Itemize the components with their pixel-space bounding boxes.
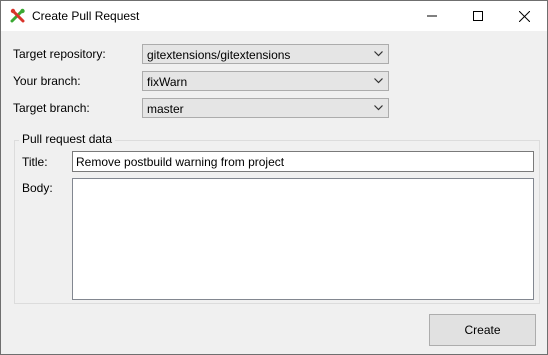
create-button[interactable]: Create [429, 314, 536, 346]
title-bar[interactable]: Create Pull Request [1, 1, 547, 31]
window-title: Create Pull Request [32, 9, 140, 23]
gitextensions-icon [10, 8, 26, 24]
chevron-down-icon [374, 105, 383, 111]
target-branch-dropdown[interactable]: master [142, 98, 389, 118]
maximize-button[interactable] [455, 1, 501, 31]
pull-request-data-title: Pull request data [19, 132, 116, 146]
title-input-value: Remove postbuild warning from project [76, 155, 285, 169]
close-icon [518, 10, 530, 22]
chevron-down-icon [374, 78, 383, 84]
body-label: Body: [22, 181, 53, 195]
target-repository-dropdown[interactable]: gitextensions/gitextensions [142, 44, 389, 64]
title-label: Title: [22, 155, 48, 169]
create-button-label: Create [464, 323, 501, 337]
minimize-icon [427, 15, 437, 17]
your-branch-dropdown[interactable]: fixWarn [142, 71, 389, 91]
maximize-icon [473, 11, 483, 21]
target-repository-label: Target repository: [13, 47, 106, 61]
your-branch-value: fixWarn [147, 75, 188, 89]
target-branch-label: Target branch: [13, 101, 90, 115]
minimize-button[interactable] [409, 1, 455, 31]
close-button[interactable] [501, 1, 547, 31]
chevron-down-icon [374, 51, 383, 57]
target-repository-value: gitextensions/gitextensions [147, 48, 291, 62]
title-input[interactable]: Remove postbuild warning from project [72, 151, 534, 172]
target-branch-value: master [147, 102, 184, 116]
your-branch-label: Your branch: [13, 74, 81, 88]
create-pull-request-window: Create Pull Request Target repository: g… [0, 0, 548, 355]
body-textarea[interactable] [72, 178, 534, 300]
